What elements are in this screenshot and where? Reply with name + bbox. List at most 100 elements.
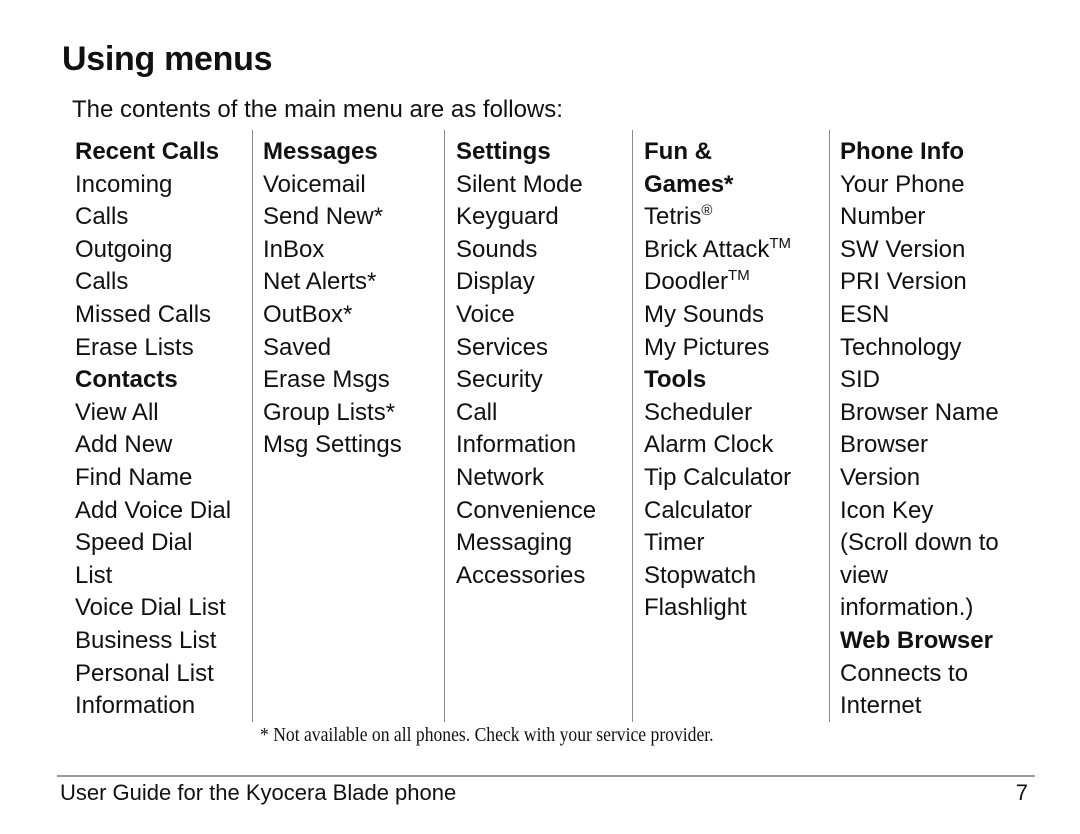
menu-item-label: Tip Calculator — [644, 463, 792, 491]
menu-item-label: Brick Attack — [644, 235, 770, 263]
menu-item: Personal List — [75, 658, 231, 691]
menu-item: Voice — [456, 299, 596, 332]
menu-item: Outgoing — [75, 234, 231, 267]
menu-item-label: My Pictures — [644, 333, 770, 361]
menu-item-label: information.) — [840, 594, 974, 622]
menu-item: Browser Name — [840, 397, 999, 430]
menu-item-label: Calculator — [644, 496, 753, 524]
menu-item: Net Alerts* — [263, 266, 402, 299]
menu-heading: Games* — [644, 169, 791, 202]
menu-item: view — [840, 560, 999, 593]
menu-item-label: Personal List — [75, 659, 214, 687]
menu-item: Accessories — [456, 560, 596, 593]
column-divider — [252, 130, 253, 722]
menu-column-messages: Messages Voicemail Send New* InBox Net Alert… — [263, 136, 402, 462]
menu-item: Add Voice Dial — [75, 495, 231, 528]
intro-text: The contents of the main menu are as fol… — [72, 96, 563, 123]
menu-item-label: Voice — [456, 300, 515, 328]
menu-item-label: Voice Dial List — [75, 594, 226, 622]
menu-item-label: OutBox* — [263, 300, 353, 328]
menu-heading-label: Games* — [644, 170, 734, 198]
menu-item: Erase Msgs — [263, 364, 402, 397]
menu-item-label: Convenience — [456, 496, 597, 524]
menu-item: Tip Calculator — [644, 462, 791, 495]
footnote: * Not available on all phones. Check wit… — [260, 724, 714, 746]
menu-item-label: Add Voice Dial — [75, 496, 232, 524]
menu-item: Your Phone — [840, 169, 999, 202]
menu-item-label: Send New* — [263, 203, 384, 231]
menu-heading: Fun & — [644, 136, 791, 169]
menu-item: Number — [840, 201, 999, 234]
menu-item: View All — [75, 397, 231, 430]
menu-item-label: Msg Settings — [263, 431, 402, 459]
registered-mark: ® — [701, 202, 713, 220]
menu-item: Stopwatch — [644, 560, 791, 593]
menu-item: Missed Calls — [75, 299, 231, 332]
menu-item: Silent Mode — [456, 169, 596, 202]
menu-item: OutBox* — [263, 299, 402, 332]
menu-item-label: View All — [75, 398, 159, 426]
menu-item-label: Information — [456, 431, 577, 459]
menu-item: Information — [75, 690, 231, 723]
menu-item: Sounds — [456, 234, 596, 267]
menu-item: Scheduler — [644, 397, 791, 430]
menu-item: Display — [456, 266, 596, 299]
menu-heading: Phone Info — [840, 136, 999, 169]
menu-item: Incoming — [75, 169, 231, 202]
menu-item-label: InBox — [263, 235, 325, 263]
menu-item-label: Your Phone — [840, 170, 965, 198]
menu-item: List — [75, 560, 231, 593]
menu-item: information.) — [840, 592, 999, 625]
menu-heading: Settings — [456, 136, 596, 169]
menu-item: Icon Key — [840, 495, 999, 528]
menu-item: DoodlerTM — [644, 266, 791, 299]
menu-item-label: Accessories — [456, 561, 586, 589]
menu-item: Timer — [644, 527, 791, 560]
menu-item-label: Find Name — [75, 463, 193, 491]
menu-item: Browser — [840, 429, 999, 462]
menu-item-label: List — [75, 561, 113, 589]
menu-item: Internet — [840, 690, 999, 723]
menu-item: Erase Lists — [75, 332, 231, 365]
menu-item: InBox — [263, 234, 402, 267]
menu-item-label: Information — [75, 692, 196, 720]
menu-item-label: Security — [456, 366, 543, 394]
menu-item: Version — [840, 462, 999, 495]
menu-heading-label: Recent Calls — [75, 138, 220, 165]
menu-item: Saved — [263, 332, 402, 365]
menu-heading-label: Settings — [456, 138, 551, 165]
menu-heading-label: Fun & — [644, 138, 712, 165]
menu-heading-label: Contacts — [75, 366, 178, 394]
menu-item-label: Alarm Clock — [644, 431, 774, 459]
menu-item: Speed Dial — [75, 527, 231, 560]
trademark: TM — [769, 234, 792, 252]
menu-item-label: Icon Key — [840, 496, 934, 524]
menu-heading-label: Phone Info — [840, 138, 964, 165]
menu-item-label: Internet — [840, 692, 922, 720]
menu-item: Tetris® — [644, 201, 791, 234]
menu-item: Security — [456, 364, 596, 397]
menu-item: Keyguard — [456, 201, 596, 234]
menu-column-settings: Settings Silent Mode Keyguard Sounds Display… — [456, 136, 596, 592]
menu-item-label: Scheduler — [644, 398, 753, 426]
menu-item-label: Voicemail — [263, 170, 366, 198]
menu-item: Brick AttackTM — [644, 234, 791, 267]
menu-heading: Web Browser — [840, 625, 999, 658]
menu-item-label: Calls — [75, 203, 129, 231]
menu-column-phone-info: Phone Info Your Phone Number SW Version PRI … — [840, 136, 999, 723]
menu-item: Business List — [75, 625, 231, 658]
menu-item-label: Speed Dial — [75, 529, 193, 557]
menu-item-label: Services — [456, 333, 549, 361]
menu-item-label: Outgoing — [75, 235, 173, 263]
menu-item-label: Silent Mode — [456, 170, 583, 198]
menu-item-label: Erase Msgs — [263, 366, 390, 394]
menu-item-label: Network — [456, 463, 545, 491]
menu-item-label: Tetris — [644, 203, 702, 231]
menu-item: Information — [456, 429, 596, 462]
menu-item-label: Call — [456, 398, 498, 426]
menu-item-label: Display — [456, 268, 535, 296]
menu-heading: Messages — [263, 136, 402, 169]
menu-item-label: SW Version — [840, 235, 966, 263]
menu-item-label: Browser Name — [840, 398, 999, 426]
column-divider — [444, 130, 445, 722]
